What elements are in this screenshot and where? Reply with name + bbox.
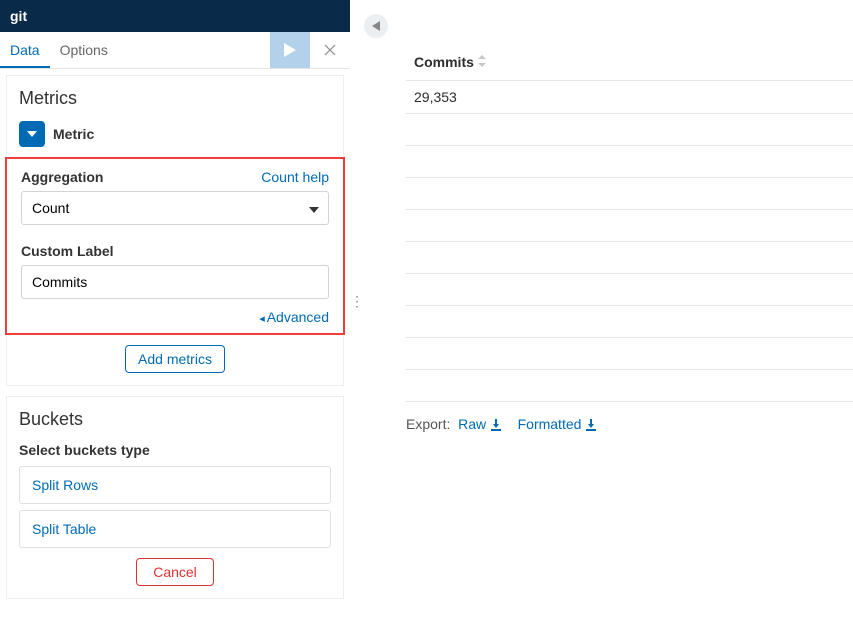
play-icon xyxy=(284,43,296,57)
metric-toggle[interactable] xyxy=(19,121,45,147)
bucket-option-split-rows[interactable]: Split Rows xyxy=(19,466,331,504)
table-row xyxy=(406,370,853,402)
export-formatted-link[interactable]: Formatted xyxy=(518,416,598,432)
count-help-link[interactable]: Count help xyxy=(261,169,329,185)
cancel-button[interactable]: Cancel xyxy=(136,558,214,586)
table-row xyxy=(406,306,853,338)
table-row xyxy=(406,242,853,274)
table-row xyxy=(406,274,853,306)
aggregation-value: Count xyxy=(32,200,69,216)
close-icon xyxy=(323,43,337,57)
table-row xyxy=(406,178,853,210)
export-row: Export: Raw Formatted xyxy=(406,416,853,434)
buckets-card: Buckets Select buckets type Split Rows S… xyxy=(6,396,344,599)
column-header-label: Commits xyxy=(414,54,474,70)
metric-label: Metric xyxy=(53,126,94,142)
tab-row: Data Options xyxy=(0,32,350,69)
caret-down-icon xyxy=(27,131,37,137)
download-icon xyxy=(490,418,502,434)
title-text: git xyxy=(10,8,27,24)
bucket-option-split-table[interactable]: Split Table xyxy=(19,510,331,548)
buckets-select-label: Select buckets type xyxy=(19,442,331,458)
run-button[interactable] xyxy=(270,32,310,68)
sort-icon xyxy=(478,55,486,70)
buckets-heading: Buckets xyxy=(19,409,331,430)
resize-handle[interactable]: ⋮ xyxy=(350,293,365,310)
tab-data[interactable]: Data xyxy=(0,32,50,68)
custom-label-label: Custom Label xyxy=(21,243,329,259)
advanced-toggle[interactable]: Advanced xyxy=(259,309,329,325)
tab-options[interactable]: Options xyxy=(50,32,118,68)
download-icon xyxy=(585,418,597,434)
table-row xyxy=(406,114,853,146)
chevron-left-icon xyxy=(372,21,380,31)
results-table: Commits 29,353 xyxy=(406,44,853,402)
close-button[interactable] xyxy=(310,32,350,68)
metrics-card: Metrics Metric Aggregation Count help Co… xyxy=(6,75,344,386)
export-label: Export: xyxy=(406,416,450,432)
collapse-panel-button[interactable] xyxy=(364,14,388,38)
table-row xyxy=(406,338,853,370)
metrics-heading: Metrics xyxy=(19,88,331,109)
add-metrics-button[interactable]: Add metrics xyxy=(125,345,225,373)
table-row: 29,353 xyxy=(406,81,853,114)
table-row xyxy=(406,210,853,242)
column-header[interactable]: Commits xyxy=(406,44,853,81)
custom-label-input[interactable] xyxy=(21,265,329,299)
export-raw-link[interactable]: Raw xyxy=(458,416,506,432)
aggregation-select[interactable]: Count xyxy=(21,191,329,225)
aggregation-label: Aggregation xyxy=(21,169,103,185)
metric-config-highlight: Aggregation Count help Count Custom Labe… xyxy=(5,157,345,335)
table-row xyxy=(406,146,853,178)
title-bar: git xyxy=(0,0,350,32)
